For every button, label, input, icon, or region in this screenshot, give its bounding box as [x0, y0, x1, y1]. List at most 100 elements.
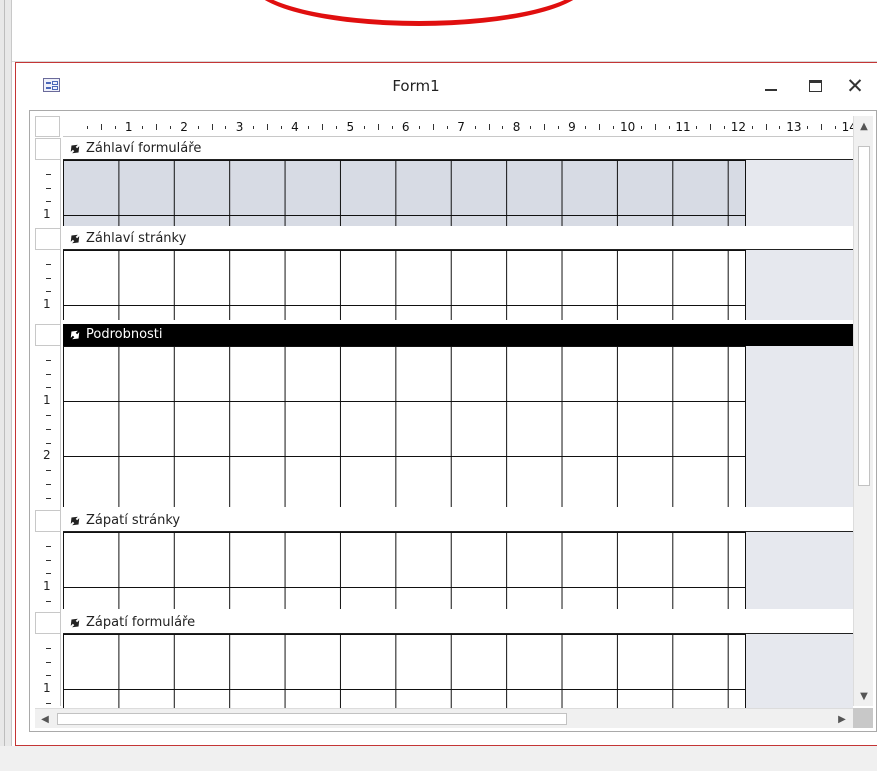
ruler-number: 9 — [568, 120, 576, 134]
ruler-tick — [696, 126, 698, 129]
ruler-tick — [280, 126, 282, 129]
section-selector[interactable] — [35, 228, 61, 250]
minimize-button[interactable] — [756, 73, 786, 99]
ruler-tick — [46, 559, 51, 561]
ruler-tick — [197, 126, 199, 129]
ruler-tick — [419, 126, 421, 129]
ruler-number: 12 — [730, 120, 747, 134]
section-selector[interactable] — [35, 138, 61, 160]
ruler-number: 10 — [620, 120, 636, 134]
form-selector[interactable] — [35, 116, 60, 137]
ruler-number: 8 — [512, 120, 521, 134]
ruler-number: 3 — [235, 120, 244, 134]
section-collapse-icon[interactable] — [69, 233, 81, 245]
form-design-surface[interactable]: 1234567891011121314 111211 Záhlaví formu… — [29, 110, 877, 732]
section-grid[interactable] — [63, 160, 853, 226]
ruler-tick — [765, 124, 767, 130]
section-body[interactable] — [63, 160, 746, 226]
close-icon: ✕ — [846, 74, 864, 98]
ruler-tick — [114, 126, 116, 129]
ruler-tick — [46, 442, 51, 444]
ruler-tick — [46, 470, 51, 472]
horizontal-scrollbar[interactable]: ◀ ▶ — [35, 708, 853, 728]
form-title-bar[interactable]: Form1 ✕ — [16, 63, 877, 109]
ruler-tick — [46, 484, 51, 485]
section-bar[interactable]: Záhlaví stránky — [63, 228, 853, 250]
ruler-tick — [433, 124, 435, 130]
section-body[interactable] — [63, 250, 746, 320]
section-grid[interactable] — [63, 250, 853, 320]
ruler-tick — [654, 124, 656, 130]
ruler-tick — [46, 647, 51, 649]
section-label: Podrobnosti — [86, 327, 163, 342]
ruler-tick — [46, 387, 51, 389]
ruler-tick — [46, 373, 51, 375]
ruler-tick — [46, 291, 51, 293]
ruler-tick — [46, 173, 51, 175]
section-selector[interactable] — [35, 510, 61, 532]
ruler-number: 1 — [43, 681, 51, 696]
ruler-number: 1 — [124, 120, 133, 134]
scroll-up-icon[interactable]: ▲ — [857, 119, 871, 133]
ruler-tick — [723, 126, 725, 129]
section-selector[interactable] — [35, 324, 61, 346]
section-label: Zápatí formuláře — [86, 615, 196, 630]
section-bar[interactable]: Záhlaví formuláře — [63, 138, 853, 160]
ruler-tick — [46, 277, 51, 279]
section-grid[interactable] — [63, 346, 853, 507]
ruler-tick — [377, 124, 379, 130]
ruler-tick — [46, 201, 51, 203]
ruler-tick — [391, 126, 393, 129]
vertical-scroll-thumb[interactable] — [858, 146, 870, 486]
section-collapse-icon[interactable] — [69, 515, 81, 527]
maximize-button[interactable] — [800, 73, 830, 99]
ruler-tick — [543, 124, 545, 130]
ruler-tick — [640, 126, 642, 129]
ruler-tick — [336, 126, 338, 129]
section-body[interactable] — [63, 346, 746, 507]
ruler-tick — [488, 124, 490, 130]
ruler-number: 7 — [457, 120, 465, 134]
section-collapse-icon[interactable] — [69, 617, 81, 629]
maximize-icon — [808, 80, 822, 92]
ruler-tick — [100, 124, 102, 130]
ruler-tick — [46, 545, 51, 547]
section-collapse-icon[interactable] — [69, 143, 81, 155]
ruler-tick — [46, 601, 51, 602]
horizontal-ruler[interactable]: 1234567891011121314 — [63, 116, 853, 137]
vertical-scrollbar[interactable]: ▲ ▼ — [853, 116, 873, 706]
section-bar[interactable]: Podrobnosti — [63, 324, 853, 346]
section-label: Záhlaví formuláře — [86, 141, 202, 156]
section-body[interactable] — [63, 532, 746, 609]
ruler-tick — [169, 126, 171, 129]
navigation-pane-edge[interactable] — [0, 0, 12, 771]
ruler-tick — [46, 703, 51, 704]
ruler-number: 1 — [43, 297, 51, 312]
ruler-tick — [46, 428, 51, 430]
ruler-tick — [834, 126, 836, 129]
scroll-down-icon[interactable]: ▼ — [857, 689, 871, 703]
ruler-tick — [46, 573, 51, 575]
section-bar[interactable]: Zápatí stránky — [63, 510, 853, 532]
horizontal-scroll-thumb[interactable] — [57, 713, 567, 725]
form-icon — [43, 78, 60, 92]
vertical-ruler[interactable]: 1 1 1 2 1 1 — [35, 138, 61, 718]
scroll-left-icon[interactable]: ◀ — [38, 712, 52, 726]
ruler-tick — [86, 126, 88, 129]
ruler-tick — [46, 415, 51, 416]
form-design-window: Form1 ✕ 1234567891011121314 111211 Záhla… — [15, 62, 877, 746]
section-collapse-icon[interactable] — [69, 329, 81, 341]
form-title: Form1 — [392, 77, 440, 95]
section-label: Zápatí stránky — [86, 513, 181, 528]
ruler-tick — [266, 124, 268, 130]
ruler-tick — [751, 126, 753, 129]
ruler-number: 14 — [841, 120, 853, 134]
section-selector[interactable] — [35, 612, 61, 634]
close-button[interactable]: ✕ — [840, 73, 870, 99]
section-bar[interactable]: Zápatí formuláře — [63, 612, 853, 634]
ruler-tick — [820, 124, 822, 130]
ruler-tick — [668, 126, 670, 129]
ruler-tick — [46, 359, 51, 361]
section-grid[interactable] — [63, 532, 853, 609]
scroll-right-icon[interactable]: ▶ — [835, 712, 849, 726]
